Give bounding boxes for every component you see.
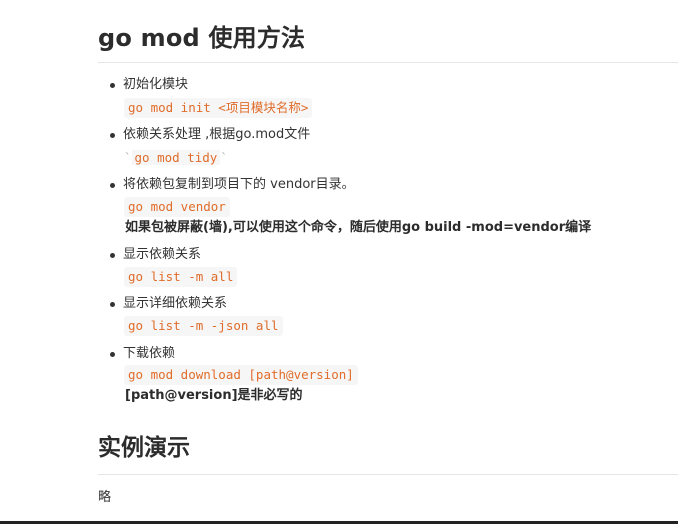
title-divider: [98, 62, 678, 63]
item-note: 如果包被屏蔽(墙),可以使用这个命令，随后使用go build -mod=ven…: [125, 220, 592, 235]
bullet-dot: [110, 302, 115, 307]
code-text: go mod tidy: [131, 150, 221, 165]
section-heading: 实例演示: [98, 435, 190, 461]
code-snippet: go mod download [path@version]: [124, 365, 358, 385]
code-snippet: go list -m all: [124, 267, 238, 287]
item-label: 显示详细依赖关系: [123, 296, 228, 311]
item-label: 下载依赖: [123, 346, 176, 361]
section-text: 略: [98, 490, 112, 505]
item-note: [path@version]是非必写的: [125, 388, 303, 403]
item-label: 依赖关系处理 ,根据go.mod文件: [123, 127, 311, 142]
section-divider: [98, 474, 678, 475]
bullet-dot: [110, 253, 115, 258]
item-label: 初始化模块: [123, 77, 189, 92]
bullet-dot: [110, 183, 115, 188]
bullet-dot: [110, 133, 115, 138]
code-snippet: go list -m -json all: [124, 316, 283, 336]
bullet-dot: [110, 352, 115, 357]
code-snippet: go mod init <项目模块名称>: [124, 98, 313, 118]
backtick-right: `: [220, 150, 228, 165]
bullet-dot: [110, 83, 115, 88]
code-snippet: ` go mod tidy `: [124, 148, 228, 168]
backtick-left: `: [124, 150, 132, 165]
item-label: 将依赖包复制到项目下的 vendor目录。: [123, 177, 355, 192]
page-title: go mod 使用方法: [98, 24, 306, 52]
item-label: 显示依赖关系: [123, 247, 202, 262]
code-snippet: go mod vendor: [124, 197, 230, 217]
